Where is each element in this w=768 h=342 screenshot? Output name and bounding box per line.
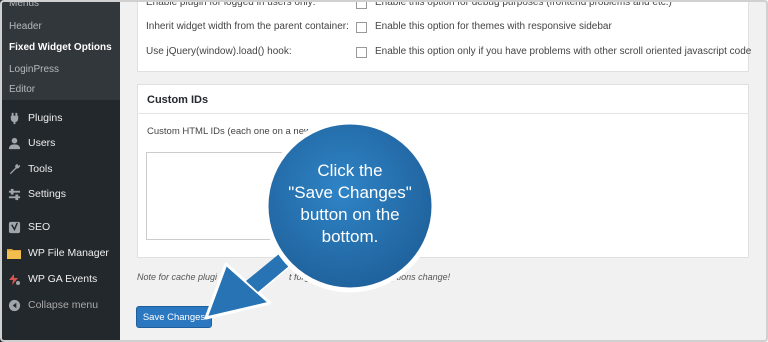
sidebar-item-label: Users <box>28 137 56 149</box>
panel-divider <box>137 113 749 114</box>
collapse-menu-button[interactable]: Collapse menu <box>0 294 120 316</box>
cache-note-left: Note for cache plugi <box>137 272 218 282</box>
callout-line-3: button on the <box>300 205 400 224</box>
option-label-logged-in-only: Enable plugin for logged in users only: <box>146 0 316 8</box>
custom-ids-title: Custom IDs <box>147 94 209 106</box>
option-desc-jquery-load: Enable this option only if you have prob… <box>375 46 752 57</box>
cache-note: Note for cache plugi t forget t after opti… <box>137 272 450 282</box>
folder-icon <box>7 246 21 260</box>
collapse-menu-label: Collapse menu <box>28 299 99 311</box>
custom-ids-field-label: Custom HTML IDs (each one on a new li <box>147 126 318 137</box>
wrench-icon <box>7 162 21 176</box>
plug-icon <box>7 111 21 125</box>
sidebar-item-wp-file-manager[interactable]: WP File Manager <box>0 242 120 264</box>
yoast-icon <box>7 220 21 234</box>
sidebar-item-seo[interactable]: SEO <box>0 216 120 238</box>
sidebar-item-label: Tools <box>28 163 53 175</box>
sidebar-item-tools[interactable]: Tools <box>0 158 120 180</box>
sidebar-item-label: SEO <box>28 221 51 233</box>
callout-text: Click the "Save Changes" button on the b… <box>270 160 430 248</box>
sidebar-item-users[interactable]: Users <box>0 132 120 154</box>
submenu-item-loginpress[interactable]: LoginPress <box>9 64 59 75</box>
sidebar-item-settings[interactable]: Settings <box>0 183 120 205</box>
submenu-item-header[interactable]: Header <box>9 21 42 32</box>
ga-events-icon <box>7 272 21 286</box>
sidebar-item-label: Plugins <box>28 112 63 124</box>
cache-note-middle: t forget t <box>289 272 323 282</box>
collapse-icon <box>7 298 21 312</box>
general-options-panel <box>137 0 749 72</box>
submenu-item-editor[interactable]: Editor <box>9 84 35 95</box>
sidebar-item-plugins[interactable]: Plugins <box>0 107 120 129</box>
appearance-submenu: Menus Header Fixed Widget Options LoginP… <box>0 0 120 100</box>
callout-line-1: Click the <box>317 161 383 180</box>
callout-line-4: bottom. <box>321 227 379 246</box>
submenu-item-menus[interactable]: Menus <box>9 0 39 9</box>
submenu-item-fixed-widget-options[interactable]: Fixed Widget Options <box>9 42 112 53</box>
sidebar-item-label: WP GA Events <box>28 273 98 285</box>
option-label-jquery-load: Use jQuery(window).load() hook: <box>146 46 292 57</box>
callout-line-2: "Save Changes" <box>288 183 412 202</box>
option-label-inherit-width: Inherit widget width from the parent con… <box>146 21 349 32</box>
checkbox-logged-in-only[interactable] <box>356 0 367 9</box>
admin-sidebar: Menus Header Fixed Widget Options LoginP… <box>0 0 120 342</box>
sidebar-item-wp-ga-events[interactable]: WP GA Events <box>0 268 120 290</box>
save-changes-button[interactable]: Save Changes <box>136 306 212 328</box>
user-icon <box>7 136 21 150</box>
checkbox-jquery-load[interactable] <box>356 47 367 58</box>
option-desc-inherit-width: Enable this option for themes with respo… <box>375 21 612 32</box>
checkbox-inherit-width[interactable] <box>356 22 367 33</box>
settings-icon <box>7 187 21 201</box>
cache-note-right: after options change! <box>366 272 451 282</box>
sidebar-item-label: WP File Manager <box>28 247 109 259</box>
option-desc-logged-in-only: Enable this option for debug purposes (f… <box>375 0 672 8</box>
sidebar-item-label: Settings <box>28 188 66 200</box>
